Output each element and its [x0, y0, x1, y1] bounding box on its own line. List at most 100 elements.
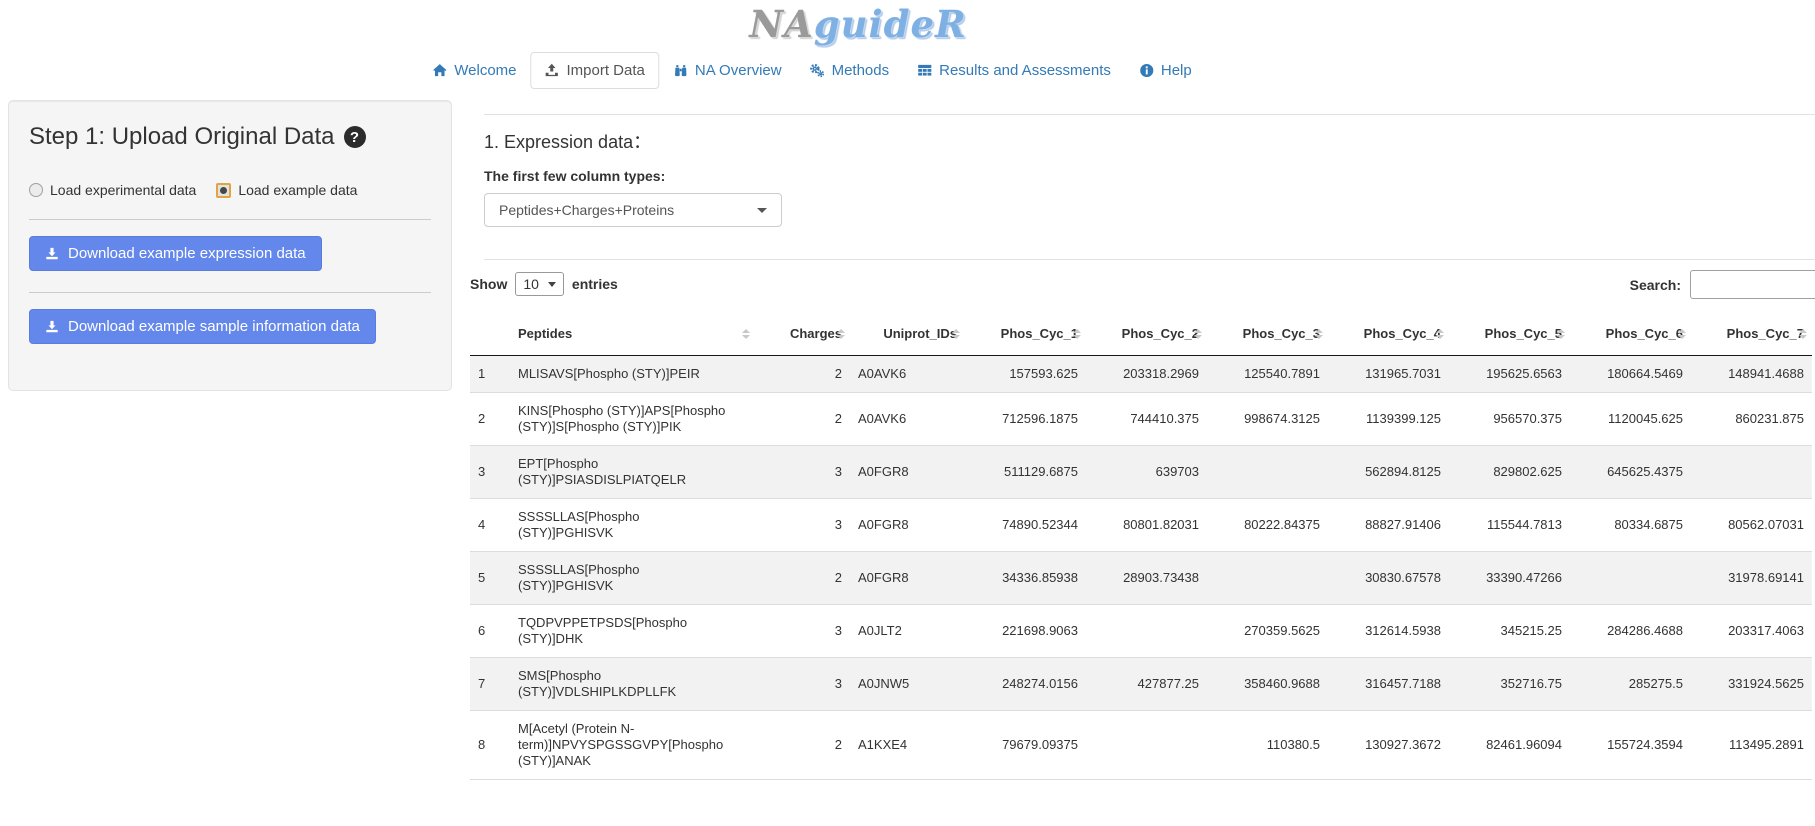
- cell-value-text: 148941.4688: [1728, 366, 1804, 381]
- column-header-Phos_Cyc_5[interactable]: Phos_Cyc_5: [1449, 312, 1570, 356]
- sort-arrows-icon: [837, 329, 845, 339]
- cell-charge: 2: [755, 393, 850, 446]
- entries-select[interactable]: 10: [515, 272, 564, 296]
- cell-uniprot: A0JLT2: [850, 605, 965, 658]
- cell-value-text: 110380.5: [1267, 737, 1320, 752]
- tab-welcome[interactable]: Welcome: [418, 52, 530, 89]
- radio-checked-icon[interactable]: [216, 183, 231, 198]
- sort-arrows-icon: [1436, 329, 1444, 339]
- tab-help[interactable]: Help: [1125, 52, 1206, 89]
- cell-phos-cyc-2: 203318.2969: [1086, 356, 1207, 393]
- tab-label: Welcome: [454, 62, 516, 79]
- search-control: Search:: [1630, 270, 1815, 299]
- cell-phos-cyc-3: 358460.9688: [1207, 658, 1328, 711]
- cell-value-text: 180664.5469: [1607, 366, 1683, 381]
- cell-uniprot-text: A1KXE4: [858, 737, 907, 752]
- radio-load-example[interactable]: Load example data: [216, 182, 357, 198]
- column-header-Uniprot_IDs[interactable]: Uniprot_IDs: [850, 312, 965, 356]
- search-input[interactable]: [1690, 270, 1815, 299]
- cell-peptide-text: SSSSLLAS[Phospho (STY)]PGHISVK: [518, 509, 734, 541]
- cell-phos-cyc-1: 221698.9063: [965, 605, 1086, 658]
- question-circle-icon[interactable]: ?: [344, 126, 366, 148]
- cell-value-text: 285275.5: [1629, 676, 1683, 691]
- cell-value-text: 645625.4375: [1607, 464, 1683, 479]
- radio-unchecked-icon[interactable]: [29, 183, 43, 197]
- cell-phos-cyc-5: 82461.96094: [1449, 711, 1570, 780]
- cell-row-index-text: 1: [478, 366, 485, 381]
- cell-value-text: 511129.6875: [1004, 464, 1078, 479]
- cell-phos-cyc-2: 80801.82031: [1086, 499, 1207, 552]
- download-expression-label: Download example expression data: [68, 245, 306, 262]
- cell-phos-cyc-6: 284286.4688: [1570, 605, 1691, 658]
- cell-peptide: KINS[Phospho (STY)]APS[Phospho (STY)]S[P…: [510, 393, 755, 446]
- column-types-select[interactable]: Peptides+Charges+Proteins: [484, 193, 782, 227]
- table-row: 1MLISAVS[Phospho (STY)]PEIR2A0AVK6157593…: [470, 356, 1812, 393]
- column-header-Phos_Cyc_4[interactable]: Phos_Cyc_4: [1328, 312, 1449, 356]
- cell-phos-cyc-5: 352716.75: [1449, 658, 1570, 711]
- table-header-row: PeptidesChargesUniprot_IDsPhos_Cyc_1Phos…: [470, 312, 1812, 356]
- radio-label: Load example data: [238, 182, 357, 198]
- cell-phos-cyc-7: 113495.2891: [1691, 711, 1812, 780]
- cell-value-text: 312614.5938: [1365, 623, 1441, 638]
- cell-value-text: 1139399.125: [1366, 411, 1441, 426]
- column-header-Phos_Cyc_3[interactable]: Phos_Cyc_3: [1207, 312, 1328, 356]
- cell-value-text: 33390.47266: [1486, 570, 1562, 585]
- upload-icon: [545, 63, 560, 78]
- download-sample-info-button[interactable]: Download example sample information data: [29, 309, 376, 344]
- column-header-Phos_Cyc_1[interactable]: Phos_Cyc_1: [965, 312, 1086, 356]
- cell-phos-cyc-4: 30830.67578: [1328, 552, 1449, 605]
- cell-phos-cyc-5: 345215.25: [1449, 605, 1570, 658]
- cell-phos-cyc-7: 148941.4688: [1691, 356, 1812, 393]
- radio-load-experimental[interactable]: Load experimental data: [29, 182, 196, 198]
- cell-phos-cyc-2: 639703: [1086, 446, 1207, 499]
- table-row: 5SSSSLLAS[Phospho (STY)]PGHISVK2A0FGR834…: [470, 552, 1812, 605]
- cell-row-index: 3: [470, 446, 510, 499]
- download-sample-info-label: Download example sample information data: [68, 318, 360, 335]
- cell-value-text: 80801.82031: [1123, 517, 1199, 532]
- tab-methods[interactable]: Methods: [796, 52, 904, 89]
- cell-peptide: MLISAVS[Phospho (STY)]PEIR: [510, 356, 755, 393]
- cell-phos-cyc-6: 1120045.625: [1570, 393, 1691, 446]
- tab-na-overview[interactable]: NA Overview: [659, 52, 796, 89]
- entries-label: entries: [572, 276, 618, 292]
- tab-results-assessments[interactable]: Results and Assessments: [903, 52, 1125, 89]
- cell-value-text: 125540.7891: [1244, 366, 1320, 381]
- entries-selected-value: 10: [523, 276, 539, 292]
- cell-peptide: EPT[Phospho (STY)]PSIASDISLPIATQELR: [510, 446, 755, 499]
- cell-phos-cyc-1: 74890.52344: [965, 499, 1086, 552]
- cell-value-text: 956570.375: [1493, 411, 1562, 426]
- tab-import-data[interactable]: Import Data: [531, 52, 659, 89]
- sort-arrows-icon: [1315, 329, 1323, 339]
- cell-value-text: 712596.1875: [1002, 411, 1078, 426]
- column-header-Phos_Cyc_6[interactable]: Phos_Cyc_6: [1570, 312, 1691, 356]
- cell-phos-cyc-7: 31978.69141: [1691, 552, 1812, 605]
- sort-arrows-icon: [1194, 329, 1202, 339]
- binoculars-icon: [673, 63, 688, 78]
- cell-phos-cyc-6: [1570, 552, 1691, 605]
- cell-row-index-text: 8: [478, 737, 485, 752]
- import-data-main: 1. Expression data： The first few column…: [470, 100, 1815, 780]
- cell-value-text: 155724.3594: [1607, 737, 1683, 752]
- cell-phos-cyc-5: 829802.625: [1449, 446, 1570, 499]
- column-header-Charges[interactable]: Charges: [755, 312, 850, 356]
- data-source-radio-group: Load experimental data Load example data: [29, 182, 431, 198]
- cell-peptide: M[Acetyl (Protein N-term)]NPVYSPGSSGVPY[…: [510, 711, 755, 780]
- cell-value-text: 284286.4688: [1607, 623, 1683, 638]
- column-header-Peptides[interactable]: Peptides: [510, 312, 755, 356]
- sort-arrows-icon: [1073, 329, 1081, 339]
- download-expression-button[interactable]: Download example expression data: [29, 236, 322, 271]
- column-header-Phos_Cyc_2[interactable]: Phos_Cyc_2: [1086, 312, 1207, 356]
- column-header-label: Phos_Cyc_5: [1485, 326, 1562, 341]
- column-header-Phos_Cyc_7[interactable]: Phos_Cyc_7: [1691, 312, 1812, 356]
- sort-arrows-icon: [952, 329, 960, 339]
- cell-value-text: 80562.07031: [1728, 517, 1804, 532]
- cell-row-index-text: 4: [478, 517, 485, 532]
- cell-value-text: 115544.7813: [1487, 517, 1562, 532]
- column-types-selected-value: Peptides+Charges+Proteins: [499, 202, 674, 218]
- column-header-label: Phos_Cyc_6: [1606, 326, 1683, 341]
- table-icon: [917, 63, 932, 78]
- cell-value-text: 829802.625: [1493, 464, 1562, 479]
- cell-phos-cyc-6: 155724.3594: [1570, 711, 1691, 780]
- datatable-wrapper: Show 10 entries Search: PeptidesChargesU…: [470, 272, 1815, 780]
- cell-value-text: 31978.69141: [1728, 570, 1804, 585]
